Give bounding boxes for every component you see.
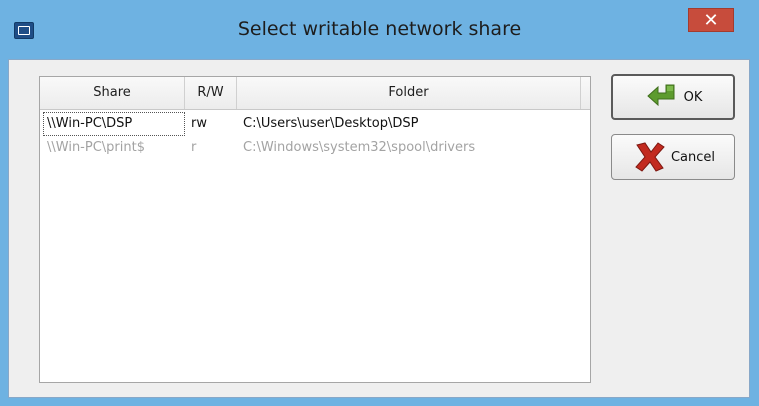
column-header-rw[interactable]: R/W [185, 77, 237, 109]
red-x-icon [631, 139, 669, 175]
folder-cell[interactable]: C:\Users\user\Desktop\DSP [243, 112, 583, 136]
cancel-label: Cancel [670, 149, 716, 165]
title-bar[interactable]: Select writable network share ✕ [0, 0, 759, 60]
ok-label: OK [683, 89, 703, 105]
ok-button[interactable]: OK [611, 74, 735, 120]
window-title: Select writable network share [237, 18, 522, 40]
rw-cell[interactable]: r [191, 136, 231, 160]
share-cell[interactable]: \\Win-PC\DSP [43, 112, 185, 136]
dialog-body: Share R/W Folder \\Win-PC\DSP rw C:\User… [8, 59, 750, 398]
green-return-arrow-icon [644, 79, 682, 115]
table-row[interactable]: \\Win-PC\print$ r C:\Windows\system32\sp… [40, 136, 590, 160]
share-cell[interactable]: \\Win-PC\print$ [47, 136, 185, 160]
rw-cell[interactable]: rw [191, 112, 231, 136]
cancel-button[interactable]: Cancel [611, 134, 735, 180]
table-row[interactable]: \\Win-PC\DSP rw C:\Users\user\Desktop\DS… [40, 112, 590, 136]
folder-cell[interactable]: C:\Windows\system32\spool\drivers [243, 136, 583, 160]
column-header-share[interactable]: Share [40, 77, 185, 109]
close-button[interactable]: ✕ [688, 8, 734, 32]
column-header-folder[interactable]: Folder [237, 77, 581, 109]
dialog-window: Select writable network share ✕ Share R/… [0, 0, 759, 406]
share-table[interactable]: Share R/W Folder \\Win-PC\DSP rw C:\User… [39, 76, 591, 383]
table-header: Share R/W Folder [40, 77, 590, 110]
